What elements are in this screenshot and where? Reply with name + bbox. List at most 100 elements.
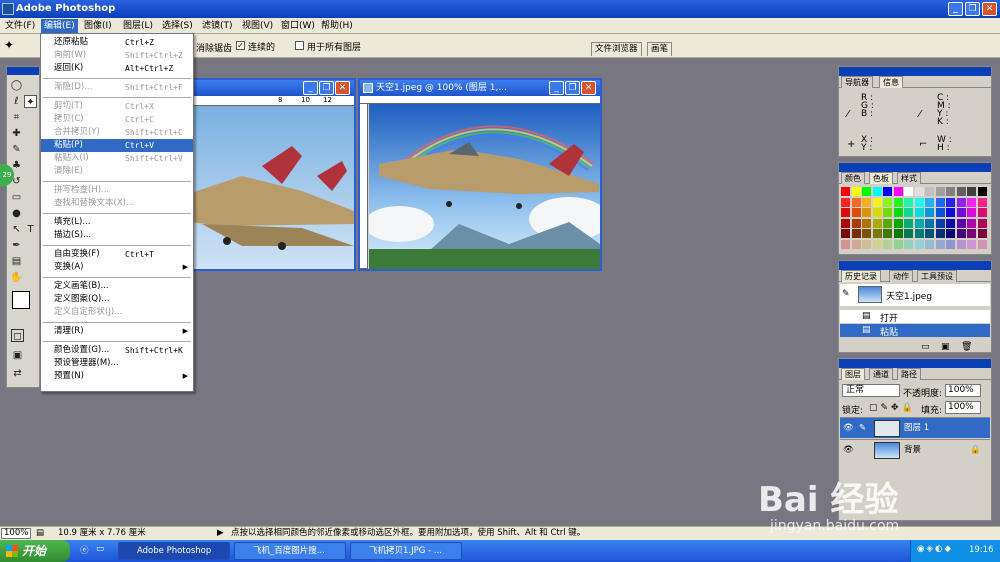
document-window-1[interactable]: _ ❐ ✕ 8 10 12 [180, 78, 356, 271]
history-brush-source-icon[interactable]: ✎ [842, 289, 850, 299]
foreground-color-icon[interactable] [12, 291, 30, 309]
color-swatch[interactable] [925, 239, 934, 249]
brushes-tab[interactable]: 画笔 [647, 42, 673, 56]
color-swatch[interactable] [893, 239, 903, 249]
tab-navigator[interactable]: 导航器 [841, 76, 873, 88]
color-swatch[interactable] [862, 208, 871, 217]
new-snapshot-icon[interactable]: ▣ [941, 342, 950, 352]
edit-menu-item[interactable]: 变换(A) ▶ [41, 261, 193, 274]
color-swatch[interactable] [967, 239, 976, 249]
blur-tool-icon[interactable]: ● [10, 207, 23, 220]
task-image-file[interactable]: 飞机拷贝1.JPG - ... [350, 542, 462, 560]
color-swatch[interactable] [946, 218, 955, 228]
visibility-eye-icon[interactable]: 👁 [843, 418, 854, 439]
history-step-active[interactable]: ▤ 粘贴 [840, 324, 990, 338]
color-swatch[interactable] [841, 197, 850, 207]
menu-edit[interactable]: 编辑(E) [41, 19, 78, 33]
color-swatch[interactable] [925, 187, 934, 196]
color-swatch[interactable] [841, 208, 850, 217]
color-swatch[interactable] [883, 187, 892, 196]
eraser-tool-icon[interactable]: ▭ [10, 191, 23, 204]
edit-menu-item[interactable]: 颜色设置(G)... Shift+Ctrl+K [41, 344, 193, 357]
file-browser-tab[interactable]: 文件浏览器 [591, 42, 642, 56]
color-swatch[interactable] [967, 208, 976, 217]
color-swatch[interactable] [893, 208, 903, 217]
standard-mode-icon[interactable]: ◻ [11, 329, 24, 342]
tab-channels[interactable]: 通道 [869, 368, 893, 380]
doc2-close-button[interactable]: ✕ [581, 81, 596, 95]
color-swatch[interactable] [851, 197, 861, 207]
edit-menu-item[interactable]: 粘贴(P) Ctrl+V [41, 139, 193, 152]
color-swatch[interactable] [851, 187, 861, 196]
doc2-maximize-button[interactable]: ❐ [565, 81, 580, 95]
color-swatch[interactable] [977, 197, 987, 207]
doc1-maximize-button[interactable]: ❐ [319, 81, 334, 95]
menu-image[interactable]: 图像(I) [81, 19, 115, 33]
color-swatch[interactable] [935, 229, 945, 238]
color-swatch[interactable] [935, 197, 945, 207]
maximize-button[interactable]: ❐ [965, 2, 980, 16]
tab-actions[interactable]: 动作 [889, 270, 913, 282]
hand-tool-icon[interactable]: ✋ [10, 271, 23, 284]
color-swatch[interactable] [862, 218, 871, 228]
layer-row[interactable]: 👁 背景 🔒 [840, 439, 990, 460]
color-swatch[interactable] [904, 197, 913, 207]
color-swatch[interactable] [935, 218, 945, 228]
ie-quicklaunch-icon[interactable]: ⓔ [80, 544, 89, 556]
color-swatch[interactable] [967, 218, 976, 228]
visibility-eye-icon[interactable]: 👁 [843, 440, 854, 461]
task-photoshop[interactable]: Adobe Photoshop [118, 542, 230, 560]
edit-menu-item[interactable]: 填充(L)... [41, 216, 193, 229]
color-swatch[interactable] [914, 197, 924, 207]
color-swatch[interactable] [862, 197, 871, 207]
color-swatch[interactable] [893, 229, 903, 238]
color-swatch[interactable] [851, 218, 861, 228]
delete-state-icon[interactable]: 🗑 [961, 342, 972, 352]
screen-mode-icon[interactable]: ▣ [11, 349, 24, 362]
color-swatch[interactable] [851, 229, 861, 238]
notes-tool-icon[interactable]: ▤ [10, 255, 23, 268]
doc1-close-button[interactable]: ✕ [335, 81, 350, 95]
color-swatch[interactable] [883, 208, 892, 217]
path-select-icon[interactable]: ↖ [10, 223, 23, 236]
doc2-minimize-button[interactable]: _ [549, 81, 564, 95]
color-swatch[interactable] [977, 229, 987, 238]
color-swatch[interactable] [935, 187, 945, 196]
color-swatch[interactable] [914, 229, 924, 238]
color-swatch[interactable] [956, 229, 966, 238]
color-swatch[interactable] [872, 239, 882, 249]
color-swatch[interactable] [925, 218, 934, 228]
color-swatch[interactable] [851, 208, 861, 217]
color-swatch[interactable] [946, 229, 955, 238]
color-swatch[interactable] [967, 197, 976, 207]
crop-tool-icon[interactable]: ⌗ [10, 111, 23, 124]
color-swatch[interactable] [956, 197, 966, 207]
lock-options-icon[interactable]: ▢✎✥🔒 [869, 403, 916, 413]
color-swatch[interactable] [841, 239, 850, 249]
color-swatch[interactable] [904, 218, 913, 228]
edit-menu-item[interactable]: 预置(N) ▶ [41, 370, 193, 383]
desktop-quicklaunch-icon[interactable]: ▭ [96, 544, 104, 554]
color-swatch[interactable] [946, 239, 955, 249]
color-swatch[interactable] [956, 239, 966, 249]
color-swatch[interactable] [946, 208, 955, 217]
color-swatch[interactable] [946, 197, 955, 207]
color-swatch[interactable] [841, 229, 850, 238]
all-layers-checkbox[interactable] [295, 41, 304, 50]
color-swatch[interactable] [872, 229, 882, 238]
fill-input[interactable]: 100% [945, 401, 981, 414]
color-swatch[interactable] [883, 197, 892, 207]
pen-tool-icon[interactable]: ✒ [10, 239, 23, 252]
edit-menu-item[interactable]: 预设管理器(M)... [41, 357, 193, 370]
opacity-input[interactable]: 100% [945, 384, 981, 397]
tray-icons[interactable]: ◉◈◐◆ [917, 544, 953, 554]
brush-link-icon[interactable]: ✎ [859, 418, 866, 439]
color-swatch[interactable] [841, 187, 850, 196]
color-swatch[interactable] [904, 208, 913, 217]
tab-color[interactable]: 颜色 [841, 172, 865, 184]
color-swatch[interactable] [967, 187, 976, 196]
color-swatch[interactable] [946, 187, 955, 196]
color-swatch[interactable] [914, 208, 924, 217]
edit-menu-item[interactable]: 定义画笔(B)... [41, 280, 193, 293]
color-swatch[interactable] [925, 208, 934, 217]
